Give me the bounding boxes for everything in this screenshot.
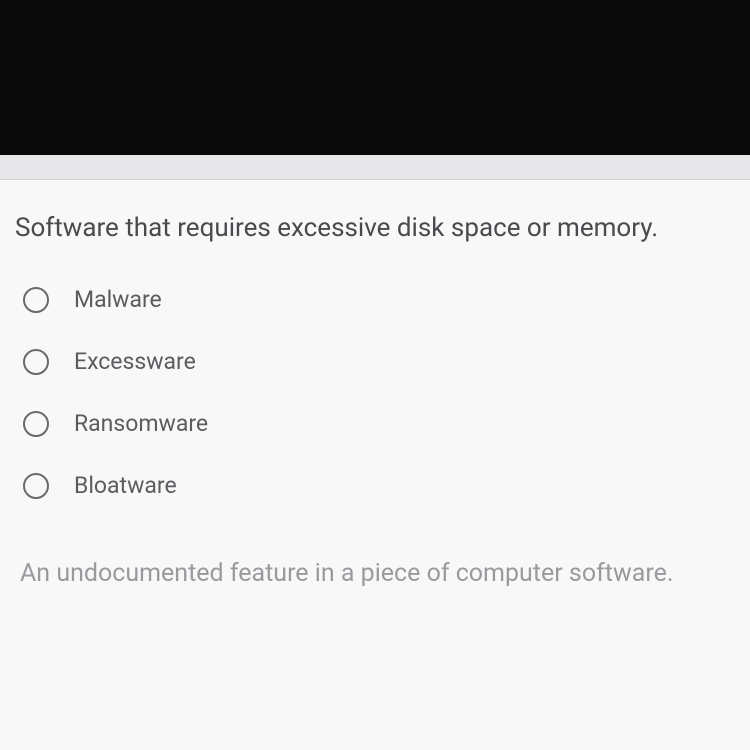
option-malware[interactable]: Malware [15,286,735,313]
option-label: Bloatware [74,472,177,499]
window-toolbar [0,155,750,180]
quiz-content: Software that requires excessive disk sp… [0,180,750,750]
radio-icon [23,473,49,499]
radio-icon [23,287,49,313]
option-label: Malware [74,286,162,313]
question-prompt: Software that requires excessive disk sp… [15,210,735,246]
radio-icon [23,349,49,375]
radio-icon [23,411,49,437]
option-bloatware[interactable]: Bloatware [15,472,735,499]
option-label: Ransomware [74,410,208,437]
option-label: Excessware [74,348,196,375]
next-question-preview: An undocumented feature in a piece of co… [15,559,735,588]
option-ransomware[interactable]: Ransomware [15,410,735,437]
option-excessware[interactable]: Excessware [15,348,735,375]
top-black-bar [0,0,750,155]
